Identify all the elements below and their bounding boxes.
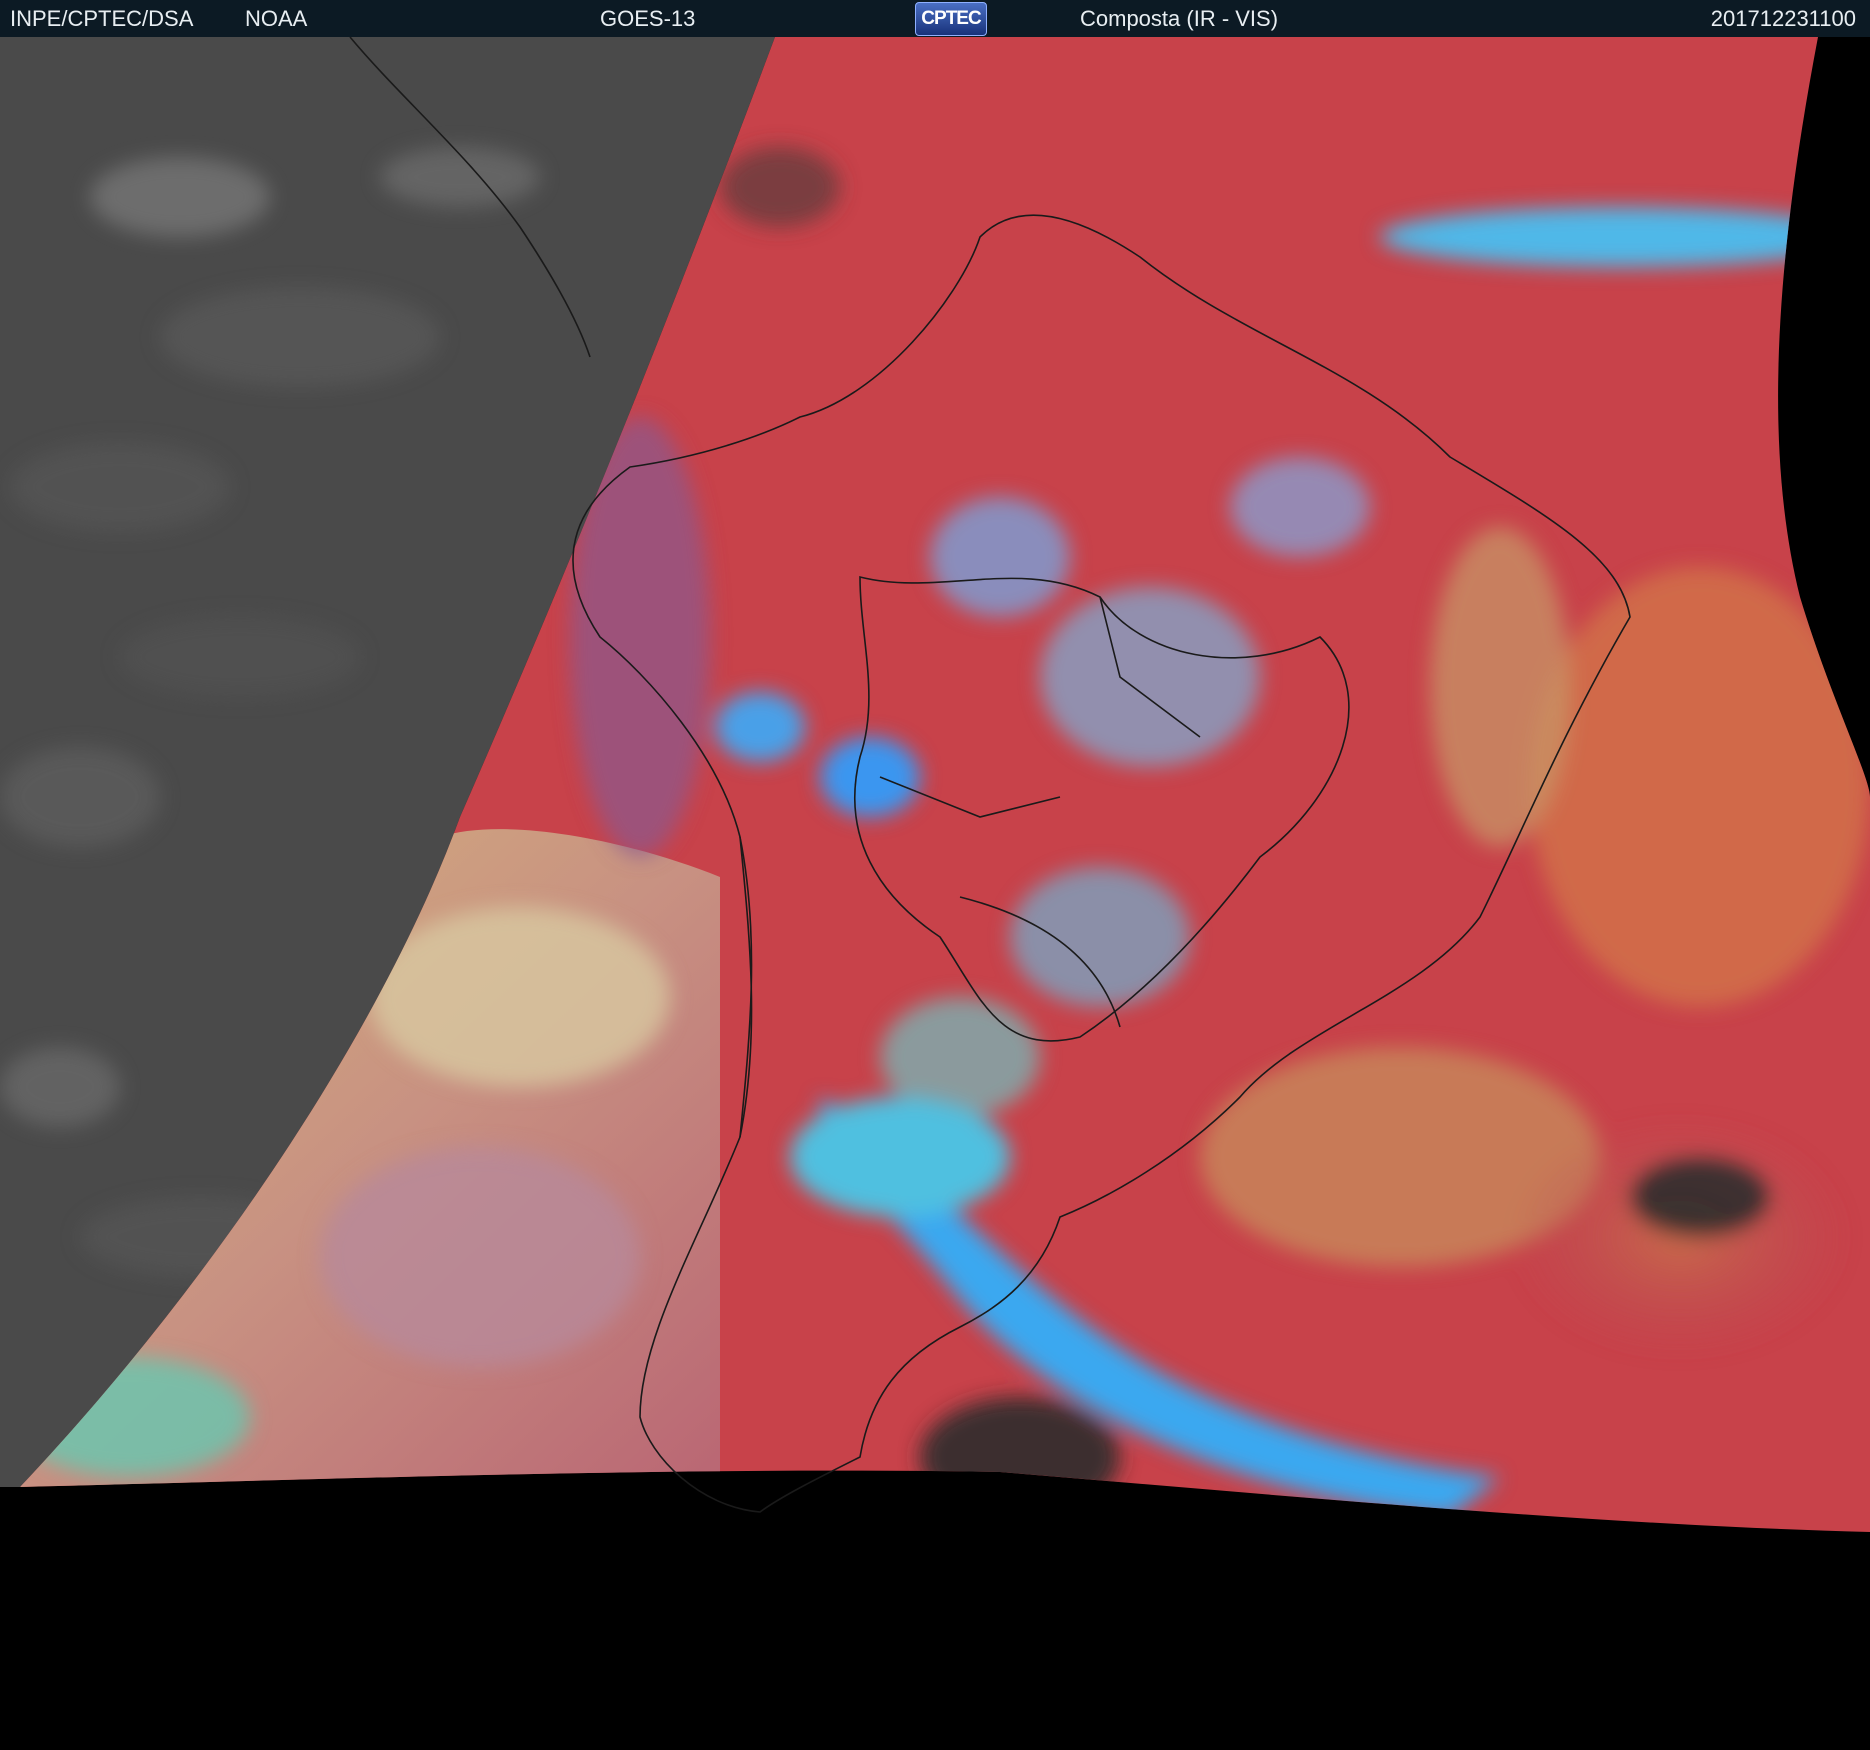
institution-label: INPE/CPTEC/DSA bbox=[10, 6, 194, 31]
cptec-logo: CPTEC bbox=[915, 2, 987, 36]
image-header-bar: INPE/CPTEC/DSA NOAA GOES-13 CPTEC Compos… bbox=[0, 0, 1870, 37]
satellite-composite-image bbox=[0, 37, 1870, 1750]
satellite-label: GOES-13 bbox=[600, 6, 696, 31]
agency-label: NOAA bbox=[245, 6, 308, 31]
product-label: Composta (IR - VIS) bbox=[1080, 6, 1279, 31]
logo-text: CPTEC bbox=[921, 8, 981, 29]
timestamp-label: 201712231100 bbox=[1710, 6, 1856, 31]
